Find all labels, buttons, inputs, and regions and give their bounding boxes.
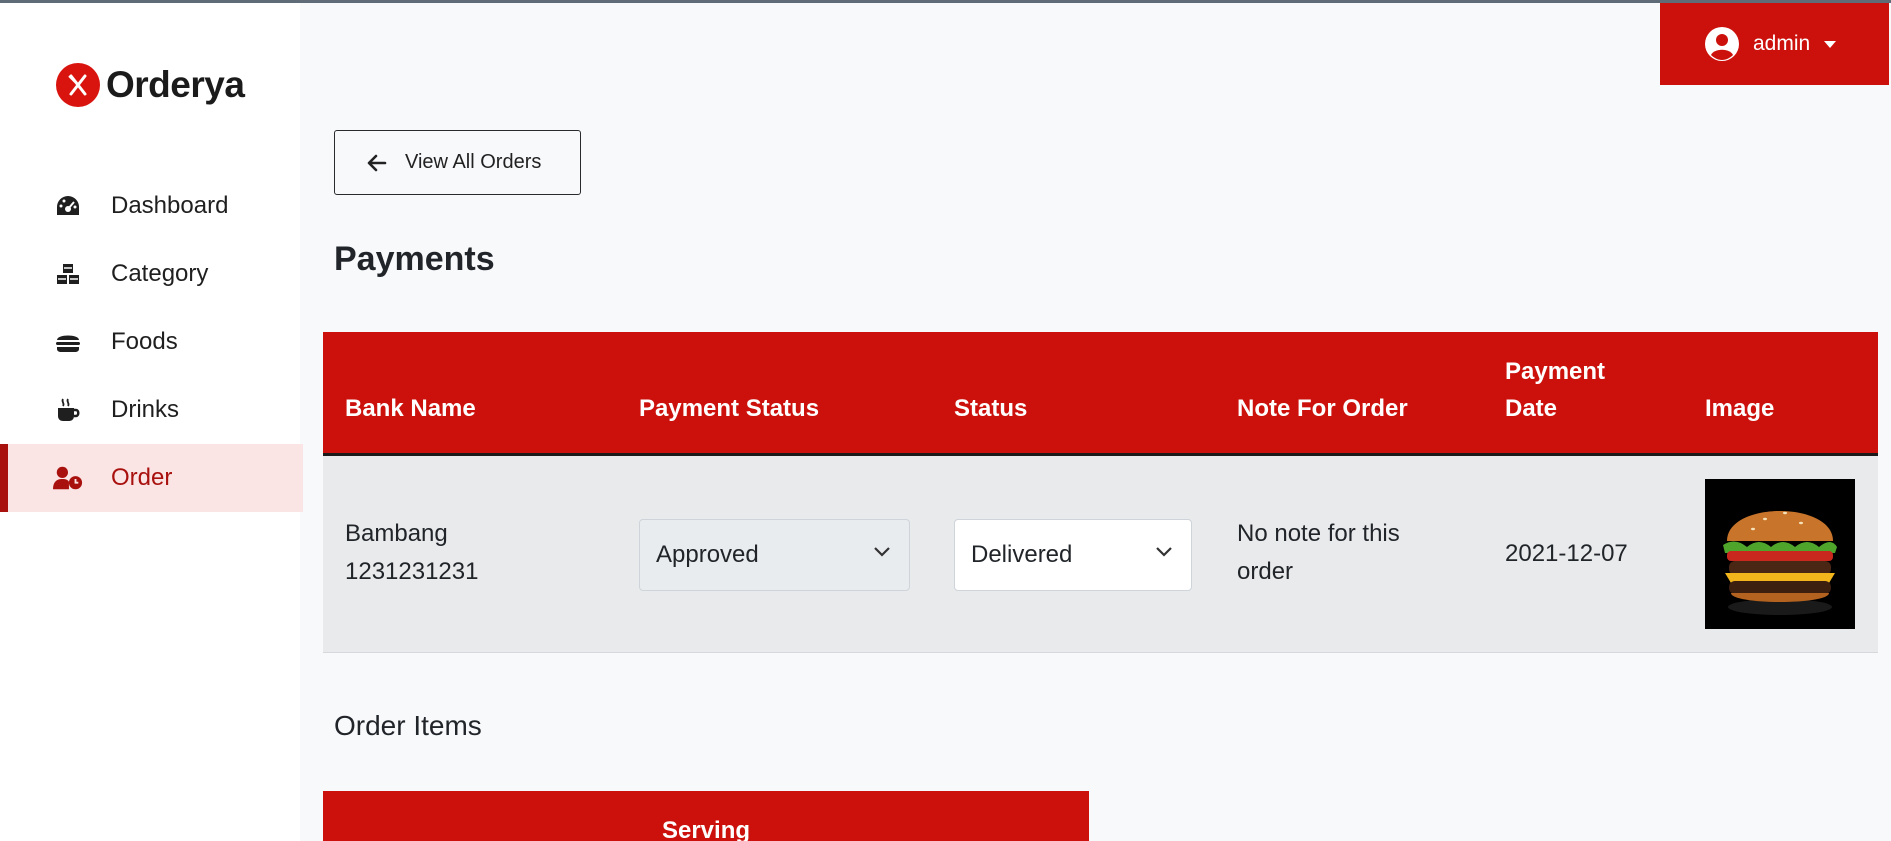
- page-title: Payments: [334, 240, 495, 278]
- header-payment-status: Payment Status: [639, 395, 820, 422]
- sidebar-item-order[interactable]: Order: [0, 444, 303, 512]
- bank-name: Bambang: [345, 520, 448, 547]
- note-line-1: No note for this: [1237, 520, 1400, 547]
- sidebar-item-dashboard[interactable]: Dashboard: [0, 172, 303, 240]
- payment-date-cell: 2021-12-07: [1505, 540, 1628, 567]
- table-row: Bambang 1231231231 Approved Delivered No…: [323, 456, 1878, 653]
- payment-status-select[interactable]: Approved: [639, 519, 910, 591]
- table-header: Bank Name Payment Status Status Note For…: [323, 332, 1878, 456]
- brand-logo[interactable]: Orderya: [56, 63, 245, 107]
- sidebar-nav: Dashboard Category Foods Drinks Order: [0, 172, 303, 512]
- back-button-label: View All Orders: [405, 151, 542, 173]
- header-payment-date: Payment Date: [1505, 353, 1605, 427]
- order-items-title: Order Items: [334, 710, 482, 741]
- payments-table: Bank Name Payment Status Status Note For…: [323, 332, 1878, 653]
- sidebar: Orderya Dashboard Category Foods Drinks: [0, 3, 303, 841]
- sidebar-item-label: Foods: [111, 328, 178, 355]
- order-status-select[interactable]: Delivered: [954, 519, 1192, 591]
- chevron-down-icon: [1156, 547, 1172, 557]
- header-status: Status: [954, 395, 1028, 422]
- order-status-value: Delivered: [971, 541, 1073, 568]
- sidebar-item-label: Dashboard: [111, 192, 229, 219]
- user-circle-icon: [1705, 27, 1739, 61]
- hamburger-icon: [53, 327, 83, 357]
- tachometer-icon: [53, 191, 83, 221]
- payment-status-value: Approved: [656, 541, 759, 568]
- coffee-icon: [53, 395, 83, 425]
- note-line-2: order: [1237, 558, 1294, 585]
- arrow-left-icon: [367, 154, 387, 171]
- user-menu-button[interactable]: admin: [1660, 3, 1889, 85]
- sidebar-item-drinks[interactable]: Drinks: [0, 376, 303, 444]
- header-payment-date-line1: Payment: [1505, 358, 1606, 385]
- sidebar-item-category[interactable]: Category: [0, 240, 303, 308]
- note-cell: No note for this order: [1237, 515, 1400, 591]
- header-bank-name: Bank Name: [345, 395, 476, 422]
- header-note: Note For Order: [1237, 395, 1408, 422]
- sidebar-item-label: Category: [111, 260, 209, 287]
- burger-image[interactable]: [1705, 479, 1855, 629]
- bank-name-cell: Bambang 1231231231: [345, 515, 478, 591]
- header-image: Image: [1705, 395, 1775, 422]
- fork-knife-icon: [56, 63, 100, 107]
- view-all-orders-button[interactable]: View All Orders: [334, 130, 581, 195]
- cubes-icon: [53, 259, 83, 289]
- bank-account-number: 1231231231: [345, 558, 479, 585]
- caret-down-icon: [1824, 40, 1837, 48]
- sidebar-item-label: Order: [111, 464, 173, 491]
- user-name: admin: [1753, 32, 1811, 55]
- header-payment-date-line2: Date: [1505, 395, 1558, 422]
- header-serving: Serving: [661, 817, 751, 841]
- sidebar-item-foods[interactable]: Foods: [0, 308, 303, 376]
- user-clock-icon: [53, 463, 83, 493]
- chevron-down-icon: [874, 547, 890, 557]
- order-items-table-header: Serving: [323, 791, 1089, 841]
- sidebar-item-label: Drinks: [111, 396, 180, 423]
- brand-name: Orderya: [106, 64, 245, 105]
